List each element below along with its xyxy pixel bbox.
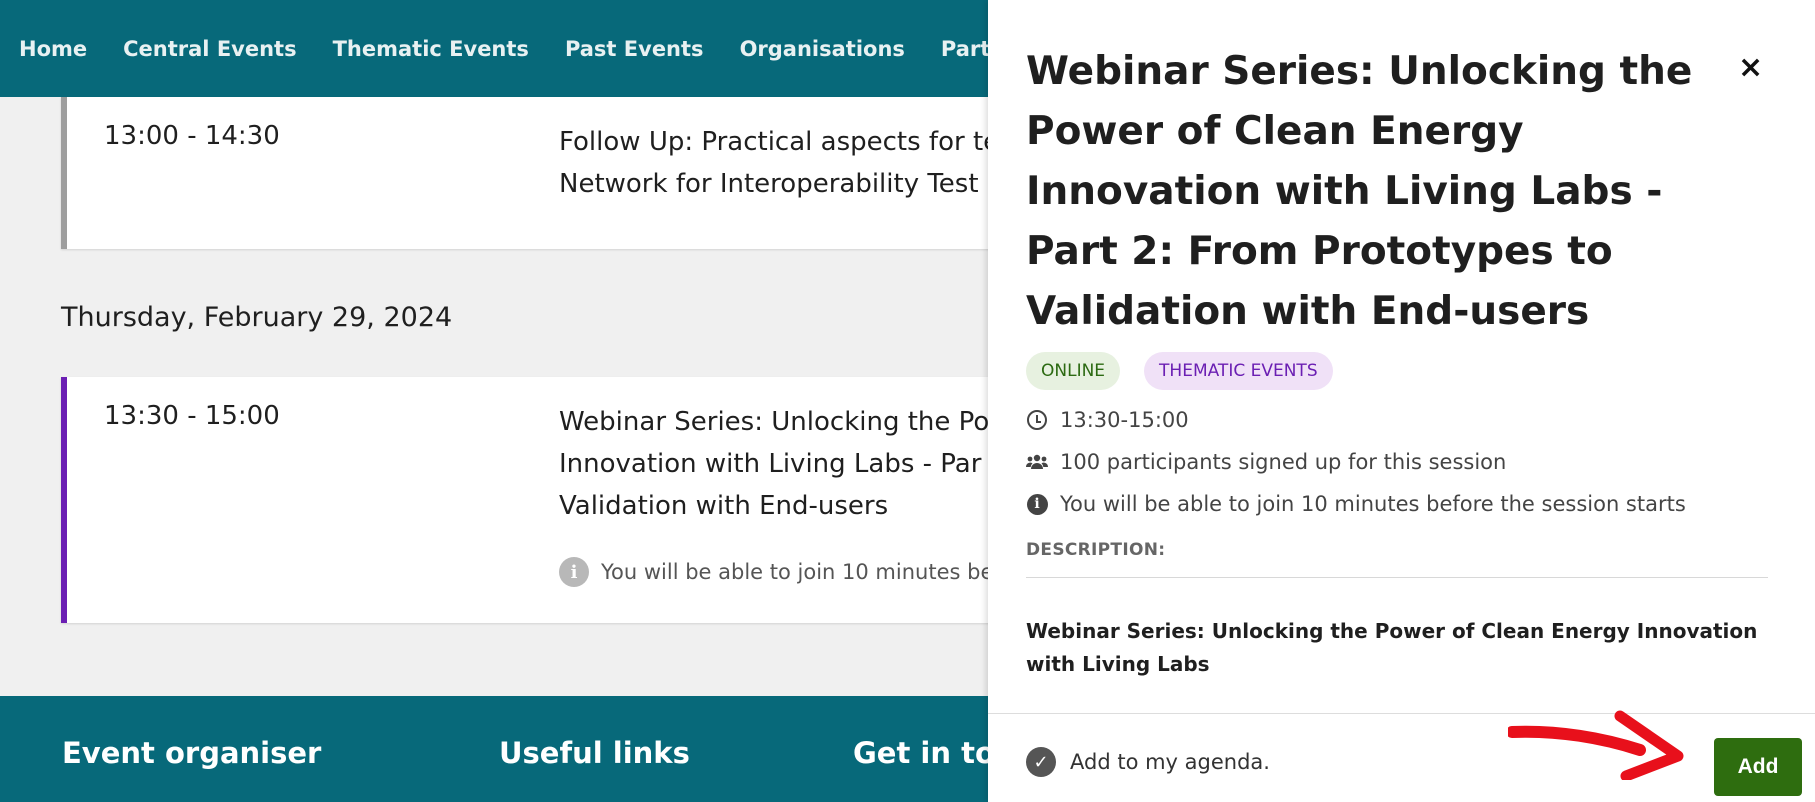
session-time: 13:30 - 15:00 (104, 401, 280, 431)
agenda-label: Add to my agenda. (1070, 750, 1270, 774)
tag-list: ONLINE THEMATIC EVENTS (1026, 352, 1357, 390)
info-icon: i (559, 557, 589, 587)
description-title: Webinar Series: Unlocking the Power of C… (1026, 619, 1758, 676)
info-icon: i (1026, 493, 1048, 515)
session-time: 13:00 - 14:30 (104, 121, 280, 151)
close-icon[interactable]: × (1738, 50, 1763, 85)
tag-online: ONLINE (1026, 352, 1121, 390)
panel-title: Webinar Series: Unlocking the Power of C… (1026, 49, 1693, 334)
participants-row: 100 participants signed up for this sess… (1026, 450, 1506, 474)
session-card[interactable]: 13:30 - 15:00 Webinar Series: Unlocking … (61, 377, 1061, 623)
session-time-row: 13:30-15:00 (1026, 408, 1189, 432)
join-info-text: You will be able to join 10 minutes befo (601, 560, 1014, 584)
session-time-text: 13:30-15:00 (1060, 408, 1189, 432)
description-label: DESCRIPTION: (1026, 540, 1166, 560)
join-info: i You will be able to join 10 minutes be… (559, 557, 1014, 587)
join-info-text: You will be able to join 10 minutes befo… (1060, 492, 1686, 516)
session-card[interactable]: 13:00 - 14:30 Follow Up: Practical aspec… (61, 97, 1061, 249)
nav-home[interactable]: Home (19, 37, 87, 61)
divider (1026, 577, 1768, 578)
check-circle-icon: ✓ (1026, 747, 1056, 777)
clock-icon (1026, 409, 1048, 431)
session-detail-panel: × Webinar Series: Unlocking the Power of… (988, 0, 1815, 802)
agenda-bar: ✓ Add to my agenda. Add (988, 713, 1815, 802)
join-info-row: i You will be able to join 10 minutes be… (1026, 492, 1686, 516)
nav-organisations[interactable]: Organisations (740, 37, 905, 61)
footer-heading-links: Useful links (499, 736, 690, 770)
nav-central-events[interactable]: Central Events (123, 37, 296, 61)
nav-thematic-events[interactable]: Thematic Events (333, 37, 529, 61)
tag-thematic-events: THEMATIC EVENTS (1144, 352, 1333, 390)
users-icon (1026, 451, 1048, 473)
schedule-list: 13:00 - 14:30 Follow Up: Practical aspec… (0, 97, 1061, 697)
date-heading: Thursday, February 29, 2024 (61, 302, 453, 333)
footer-heading-organiser: Event organiser (62, 736, 322, 770)
participants-text: 100 participants signed up for this sess… (1060, 450, 1507, 474)
add-button[interactable]: Add (1714, 738, 1802, 796)
add-to-agenda-row: ✓ Add to my agenda. (1026, 747, 1270, 777)
nav-past-events[interactable]: Past Events (565, 37, 704, 61)
